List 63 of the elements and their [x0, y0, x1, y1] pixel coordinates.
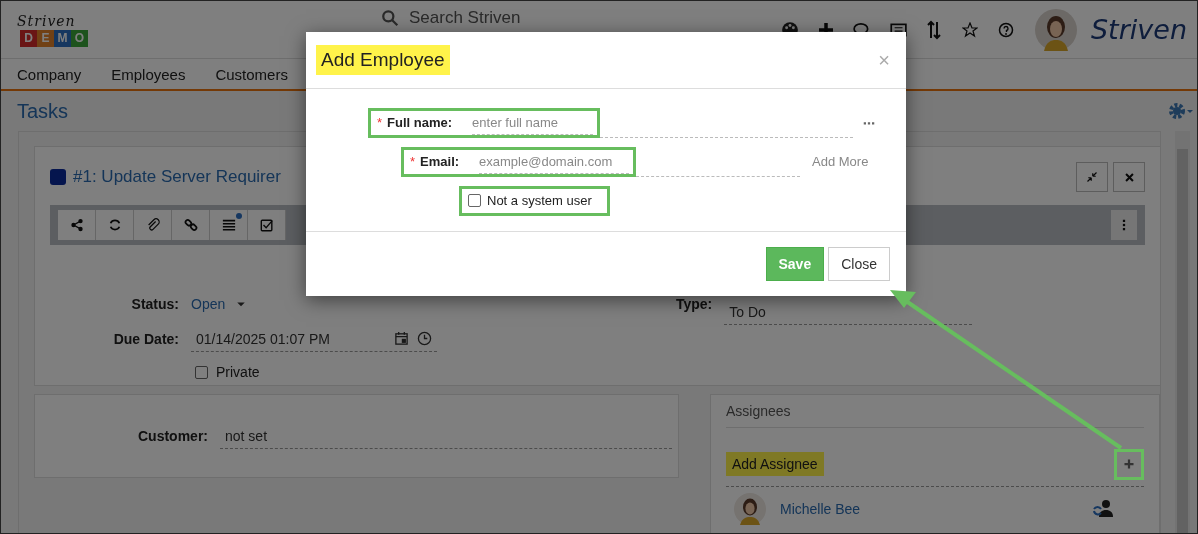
link-icon	[183, 218, 198, 232]
checkbox-label: Not a system user	[487, 193, 592, 208]
checkbox-label: Private	[216, 364, 260, 380]
share-icon	[69, 218, 84, 232]
assignee-name[interactable]: Michelle Bee	[780, 501, 1078, 517]
reassign-icon[interactable]	[1092, 499, 1114, 519]
close-icon	[1123, 171, 1135, 183]
field-label: Customer:	[137, 428, 209, 444]
refresh-button[interactable]	[96, 210, 134, 240]
field-label: Status:	[130, 296, 180, 312]
text-input[interactable]: example@domain.com	[479, 149, 629, 174]
refresh-icon	[107, 218, 122, 232]
page-title: Tasks	[17, 99, 69, 123]
status-dropdown[interactable]: Open	[191, 296, 226, 312]
scrollbar[interactable]	[1175, 131, 1190, 533]
user-avatar[interactable]	[1034, 8, 1077, 51]
panel-title: Assignees	[726, 403, 1144, 428]
list-icon	[221, 218, 236, 232]
customer-value[interactable]: not set	[225, 427, 268, 444]
logo-letter: E	[37, 29, 54, 47]
link-button[interactable]	[172, 210, 210, 240]
brand-logo: Striven	[1090, 14, 1187, 45]
settings-icon[interactable]	[1167, 101, 1193, 121]
paperclip-icon	[145, 218, 160, 232]
private-checkbox[interactable]	[195, 365, 208, 379]
field-label: * Email:	[410, 154, 460, 169]
add-more-link[interactable]: Add More	[812, 154, 869, 169]
logo-letter: D	[20, 29, 37, 47]
search-field[interactable]: Search Striven	[409, 7, 521, 28]
logo-letter: O	[71, 29, 88, 47]
search-icon	[381, 8, 399, 27]
checkbox-icon	[259, 218, 274, 232]
nav-link[interactable]: Employees	[111, 65, 186, 83]
field-label: Type:	[674, 296, 714, 312]
type-value[interactable]: To Do	[729, 303, 766, 320]
dialog-title: Add Employee	[316, 45, 450, 75]
dialog-close-button[interactable]: ×	[878, 48, 890, 72]
task-color-icon	[50, 169, 66, 185]
checklist-button[interactable]	[248, 210, 286, 240]
nav-link[interactable]: Customers	[215, 65, 288, 83]
notification-dot	[236, 213, 242, 219]
share-button[interactable]	[58, 210, 96, 240]
system-user-checkbox[interactable]	[468, 194, 481, 207]
clock-icon	[417, 331, 432, 346]
due-date-value[interactable]: 01/14/2025 01:07 PM	[196, 330, 330, 347]
field-label: * Full name:	[377, 115, 453, 130]
plus-icon	[1123, 458, 1135, 470]
list-button[interactable]	[210, 210, 248, 240]
add-assignee-label: Add Assignee	[726, 452, 824, 476]
close-button[interactable]: Close	[828, 247, 890, 281]
collapse-icon	[1086, 171, 1098, 183]
calendar-icon	[394, 331, 409, 346]
nav-link[interactable]: Company	[17, 65, 82, 83]
save-button[interactable]: Save	[765, 247, 825, 281]
attach-button[interactable]	[134, 210, 172, 240]
close-button[interactable]	[1113, 162, 1145, 192]
field-label: Due Date:	[112, 331, 180, 347]
collapse-button[interactable]	[1076, 162, 1108, 192]
task-title: #1: Update Server Requirer	[73, 167, 281, 187]
logo-script: Striven	[17, 12, 76, 29]
text-input[interactable]: enter full name	[472, 110, 593, 135]
logo-letter: M	[54, 29, 71, 47]
person-avatar	[734, 493, 766, 525]
